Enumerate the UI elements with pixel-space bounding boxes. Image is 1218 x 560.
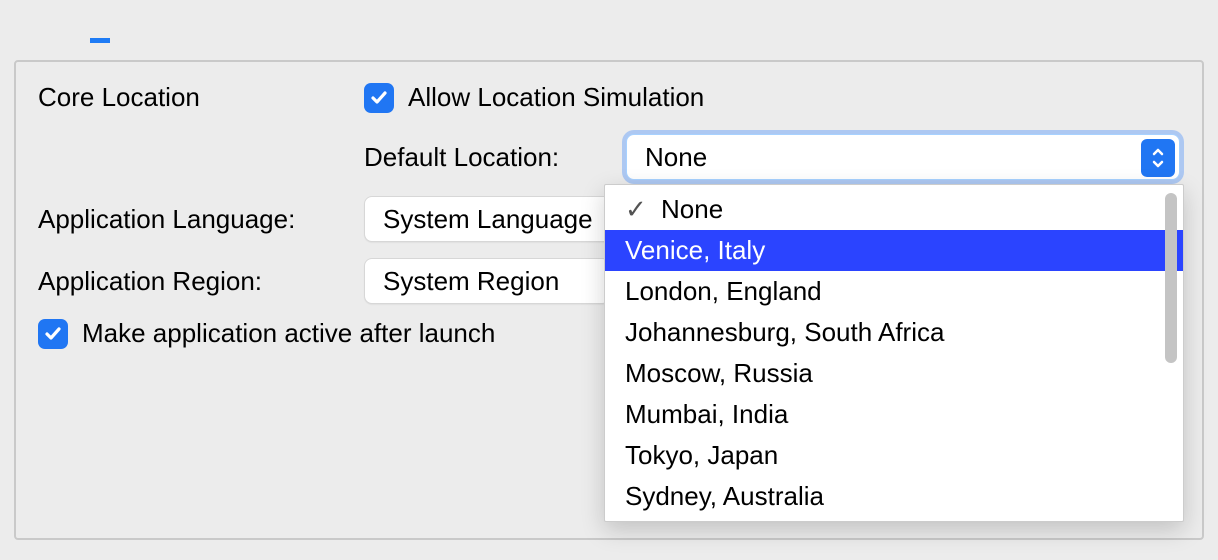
- application-region-value: System Region: [383, 266, 559, 297]
- dropdown-item[interactable]: Tokyo, Japan: [605, 435, 1183, 476]
- checkmark-icon: [369, 88, 389, 108]
- tab-options[interactable]: [90, 17, 110, 43]
- dropdown-item-label: Tokyo, Japan: [625, 440, 778, 471]
- dropdown-item-label: None: [651, 194, 723, 225]
- dropdown-item-label: London, England: [625, 276, 822, 307]
- application-region-select[interactable]: System Region: [364, 258, 610, 304]
- dropdown-item[interactable]: Johannesburg, South Africa: [605, 312, 1183, 353]
- default-location-select[interactable]: None: [626, 134, 1180, 180]
- scrollbar[interactable]: [1165, 193, 1177, 363]
- checkmark-icon: ✓: [625, 194, 651, 225]
- dropdown-item[interactable]: London, England: [605, 271, 1183, 312]
- options-panel: Core Location Allow Location Simulation De…: [14, 60, 1204, 540]
- make-active-checkbox[interactable]: [38, 319, 68, 349]
- default-location-value: None: [645, 142, 707, 173]
- dropdown-item-label: Sydney, Australia: [625, 481, 824, 512]
- default-location-label: Default Location:: [38, 142, 626, 173]
- dropdown-item[interactable]: Sydney, Australia: [605, 476, 1183, 517]
- tab-bar: [0, 0, 1218, 60]
- make-active-label: Make application active after launch: [82, 318, 495, 349]
- dropdown-item[interactable]: ✓None: [605, 189, 1183, 230]
- select-stepper-icon: [1141, 139, 1175, 177]
- allow-location-simulation-label: Allow Location Simulation: [408, 82, 704, 113]
- application-language-select[interactable]: System Language: [364, 196, 644, 242]
- application-region-label: Application Region:: [38, 266, 364, 297]
- tab-reveal[interactable]: [150, 17, 170, 43]
- core-location-label: Core Location: [38, 82, 364, 113]
- dropdown-item[interactable]: Moscow, Russia: [605, 353, 1183, 394]
- dropdown-item-label: Mumbai, India: [625, 399, 788, 430]
- dropdown-item-label: Johannesburg, South Africa: [625, 317, 944, 348]
- application-language-label: Application Language:: [38, 204, 364, 235]
- dropdown-item[interactable]: Venice, Italy: [605, 230, 1183, 271]
- allow-location-simulation-checkbox[interactable]: [364, 83, 394, 113]
- tab-configuration[interactable]: [30, 17, 50, 43]
- default-location-dropdown[interactable]: ✓None Venice, Italy London, England Johanne…: [604, 184, 1184, 522]
- application-language-value: System Language: [383, 204, 593, 235]
- dropdown-item-label: Moscow, Russia: [625, 358, 813, 389]
- checkmark-icon: [43, 324, 63, 344]
- dropdown-item-label: Venice, Italy: [625, 235, 765, 266]
- dropdown-item[interactable]: Mumbai, India: [605, 394, 1183, 435]
